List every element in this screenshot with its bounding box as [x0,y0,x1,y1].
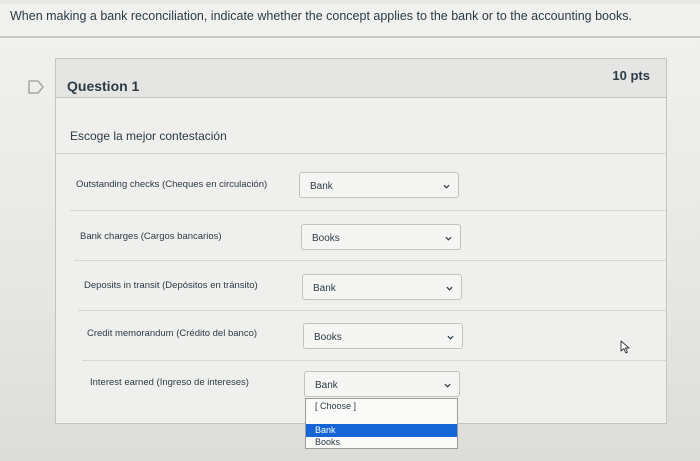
answer-select-bank-charges[interactable]: Books [301,224,461,250]
dropdown-option-books[interactable]: Books [306,436,457,449]
question-prompt: Escoge la mejor contestación [70,129,227,143]
quiz-page: When making a bank reconciliation, indic… [0,0,700,461]
chevron-down-icon [444,383,451,388]
dropdown-option-choose[interactable]: [ Choose ] [306,400,457,413]
divider [56,153,666,154]
term-bank-charges: Bank charges (Cargos bancarios) [80,231,222,242]
flag-icon[interactable] [27,78,45,96]
instruction-text: When making a bank reconciliation, indic… [10,9,632,23]
term-interest-earned: Interest earned (Ingreso de intereses) [90,377,249,388]
divider [70,210,666,211]
divider [74,260,666,261]
question-header: Question 1 10 pts [56,59,666,98]
select-value: Bank [315,380,338,391]
divider [82,360,666,361]
select-value: Bank [310,181,333,192]
term-outstanding-checks: Outstanding checks (Cheques en circulaci… [76,179,268,190]
select-value: Books [314,332,342,343]
divider [78,310,666,311]
points-label: 10 pts [612,68,650,83]
divider [0,36,700,38]
answer-select-outstanding-checks[interactable]: Bank [299,172,459,198]
chevron-down-icon [447,335,454,340]
term-credit-memorandum: Credit memorandum (Crédito del banco) [87,328,258,339]
answer-select-deposits-in-transit[interactable]: Bank [302,274,462,300]
top-strip [0,0,700,4]
term-deposits-in-transit: Deposits in transit (Depósitos en tránsi… [84,280,258,291]
question-title: Question 1 [67,78,140,94]
answer-select-interest-earned[interactable]: Bank [304,371,460,397]
answer-select-credit-memorandum[interactable]: Books [303,323,463,349]
chevron-down-icon [443,184,450,189]
chevron-down-icon [446,286,453,291]
select-value: Books [312,233,340,244]
select-value: Bank [313,283,336,294]
mouse-cursor-icon [620,340,630,354]
dropdown-options-list: [ Choose ] Bank Books [305,398,458,449]
chevron-down-icon [445,236,452,241]
